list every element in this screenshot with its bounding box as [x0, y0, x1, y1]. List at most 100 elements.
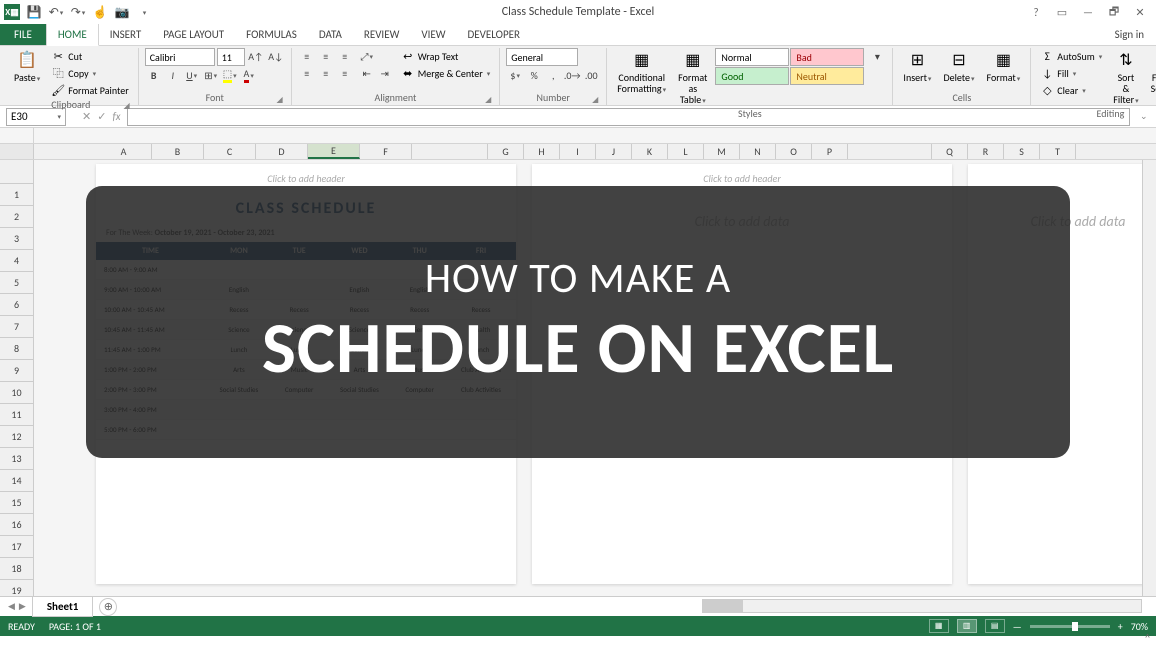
row-header-17[interactable]: 17 [0, 536, 33, 558]
cancel-formula-icon[interactable]: ✕ [82, 110, 91, 123]
tab-file[interactable]: FILE [0, 24, 46, 45]
select-all-corner[interactable] [0, 144, 34, 159]
collapse-ribbon-button[interactable]: ^ [1145, 631, 1150, 644]
italic-button[interactable]: I [164, 67, 182, 83]
alignment-launcher-icon[interactable]: ◢ [485, 95, 491, 105]
row-header-14[interactable]: 14 [0, 470, 33, 492]
qat-undo-icon[interactable]: ↶▾ [48, 4, 64, 20]
clear-button[interactable]: ◇Clear▾ [1037, 82, 1105, 98]
copy-button[interactable]: ⿻Copy▾ [48, 65, 131, 81]
paste-button[interactable]: 📋 Paste▾ [10, 48, 44, 85]
enter-formula-icon[interactable]: ✓ [97, 110, 106, 123]
col-header-L[interactable]: L [668, 144, 704, 159]
tab-data[interactable]: DATA [308, 24, 353, 45]
col-header-F[interactable]: F [360, 144, 412, 159]
styles-more-button[interactable]: ▾ [868, 48, 886, 64]
tab-view[interactable]: VIEW [410, 24, 456, 45]
format-cells-button[interactable]: ▦Format▾ [983, 48, 1025, 85]
tab-insert[interactable]: INSERT [99, 24, 153, 45]
align-left-button[interactable]: ≡ [298, 65, 316, 81]
col-header-N[interactable]: N [740, 144, 776, 159]
row-header-2[interactable]: 2 [0, 206, 33, 228]
row-header-4[interactable]: 4 [0, 250, 33, 272]
col-header-Q[interactable]: Q [932, 144, 968, 159]
tab-home[interactable]: HOME [46, 23, 99, 46]
row-header-12[interactable]: 12 [0, 426, 33, 448]
row-header-13[interactable]: 13 [0, 448, 33, 470]
delete-cells-button[interactable]: ⊟Delete▾ [939, 48, 978, 85]
format-as-table-button[interactable]: ▦Format as Table▾ [674, 48, 711, 107]
qat-touch-icon[interactable]: ☝ [92, 4, 108, 20]
font-color-button[interactable]: A▾ [240, 67, 258, 83]
border-button[interactable]: ⊞▾ [202, 67, 220, 83]
row-header-9[interactable]: 9 [0, 360, 33, 382]
col-header-C[interactable]: C [204, 144, 256, 159]
col-header-K[interactable]: K [632, 144, 668, 159]
col-header-R[interactable]: R [968, 144, 1004, 159]
align-bottom-button[interactable]: ≡ [336, 48, 354, 64]
sort-filter-button[interactable]: ⇅Sort & Filter▾ [1109, 48, 1142, 107]
align-top-button[interactable]: ≡ [298, 48, 316, 64]
align-middle-button[interactable]: ≡ [317, 48, 335, 64]
row-header-3[interactable]: 3 [0, 228, 33, 250]
col-header-D[interactable]: D [256, 144, 308, 159]
tab-page-layout[interactable]: PAGE LAYOUT [152, 24, 235, 45]
col-header-G[interactable]: G [488, 144, 524, 159]
grow-font-button[interactable]: A↑ [247, 48, 265, 64]
horizontal-scrollbar[interactable] [702, 599, 1142, 613]
row-header-7[interactable]: 7 [0, 316, 33, 338]
percent-format-button[interactable]: % [525, 67, 543, 83]
decrease-decimal-button[interactable]: .00 [582, 67, 600, 83]
style-good[interactable]: Good [715, 67, 789, 85]
row-header-10[interactable]: 10 [0, 382, 33, 404]
col-header-M[interactable]: M [704, 144, 740, 159]
style-normal[interactable]: Normal [715, 48, 789, 66]
orientation-button[interactable]: ⤢▾ [358, 48, 376, 64]
row-header-6[interactable]: 6 [0, 294, 33, 316]
merge-center-button[interactable]: ⬌Merge & Center▾ [398, 65, 494, 81]
zoom-out-button[interactable]: — [1013, 620, 1022, 633]
align-right-button[interactable]: ≡ [336, 65, 354, 81]
font-launcher-icon[interactable]: ◢ [277, 95, 283, 105]
comma-format-button[interactable]: , [544, 67, 562, 83]
qat-save-icon[interactable]: 💾 [26, 4, 42, 20]
col-header-P[interactable]: P [812, 144, 848, 159]
col-header-B[interactable]: B [152, 144, 204, 159]
zoom-slider[interactable] [1030, 625, 1110, 628]
col-header-A[interactable]: A [96, 144, 152, 159]
qat-camera-icon[interactable]: 📷 [114, 4, 130, 20]
tab-developer[interactable]: DEVELOPER [457, 24, 531, 45]
find-select-button[interactable]: 🔍Find & Select▾ [1147, 48, 1156, 96]
col-header-J[interactable]: J [596, 144, 632, 159]
view-normal-button[interactable]: ▦ [929, 619, 949, 633]
tab-formulas[interactable]: FORMULAS [235, 24, 308, 45]
increase-indent-button[interactable]: ⇥ [376, 65, 394, 81]
number-format-select[interactable] [506, 48, 578, 66]
shrink-font-button[interactable]: A↓ [267, 48, 285, 64]
align-center-button[interactable]: ≡ [317, 65, 335, 81]
view-page-layout-button[interactable]: ▥ [957, 619, 977, 633]
row-header-8[interactable]: 8 [0, 338, 33, 360]
minimize-button[interactable]: — [1076, 2, 1100, 22]
font-name-input[interactable] [145, 48, 215, 66]
col-header-H[interactable]: H [524, 144, 560, 159]
vertical-scrollbar[interactable] [1142, 160, 1156, 596]
underline-button[interactable]: U▾ [183, 67, 201, 83]
number-launcher-icon[interactable]: ◢ [592, 95, 598, 105]
row-header-15[interactable]: 15 [0, 492, 33, 514]
bold-button[interactable]: B [145, 67, 163, 83]
row-header-11[interactable]: 11 [0, 404, 33, 426]
col-header-O[interactable]: O [776, 144, 812, 159]
close-button[interactable]: ✕ [1128, 2, 1152, 22]
fx-icon[interactable]: fx [112, 110, 120, 123]
row-header-16[interactable]: 16 [0, 514, 33, 536]
tab-review[interactable]: REVIEW [353, 24, 411, 45]
restore-button[interactable]: 🗗 [1102, 2, 1126, 22]
accounting-format-button[interactable]: $▾ [506, 67, 524, 83]
font-size-input[interactable] [217, 48, 245, 66]
row-header-5[interactable]: 5 [0, 272, 33, 294]
qat-redo-icon[interactable]: ↷▾ [70, 4, 86, 20]
view-page-break-button[interactable]: ▤ [985, 619, 1005, 633]
help-button[interactable]: ? [1024, 2, 1048, 22]
col-header-T[interactable]: T [1040, 144, 1076, 159]
